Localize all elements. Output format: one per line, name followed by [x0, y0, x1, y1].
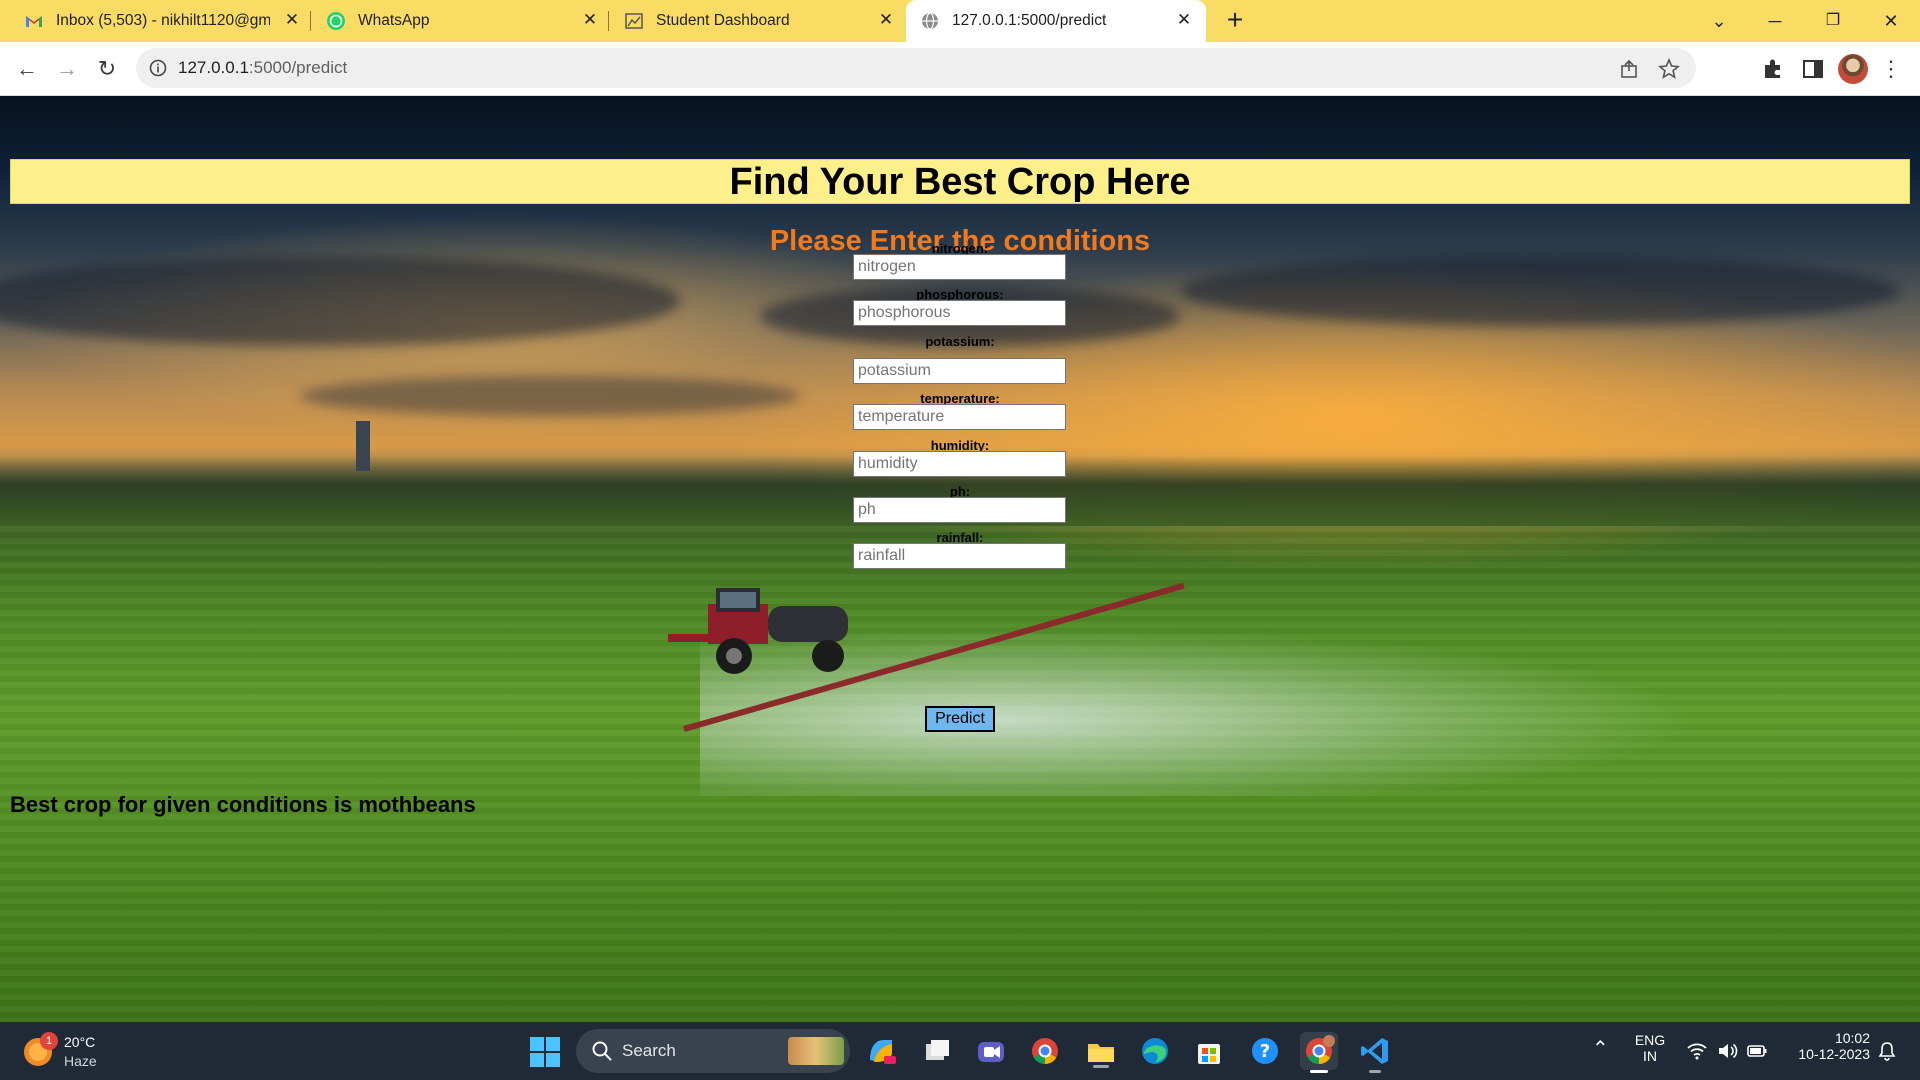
side-panel-icon[interactable] — [1800, 56, 1826, 82]
wifi-icon[interactable] — [1686, 1040, 1708, 1062]
vscode-icon — [1361, 1038, 1388, 1064]
start-button[interactable] — [530, 1037, 560, 1067]
restore-button[interactable]: ❐ — [1818, 6, 1848, 36]
notification-badge: 1 — [40, 1032, 58, 1050]
search-label: Search — [622, 1041, 676, 1060]
close-tab-icon[interactable]: ✕ — [282, 10, 302, 30]
tab-title: 127.0.0.1:5000/predict — [952, 12, 1107, 29]
active-app-indicator — [1310, 1070, 1328, 1073]
tab-separator — [310, 11, 311, 31]
page-title: Find Your Best Crop Here — [729, 161, 1191, 203]
file-explorer-icon[interactable] — [1082, 1032, 1120, 1070]
edge-icon[interactable] — [1136, 1032, 1174, 1070]
svg-text:?: ? — [1260, 1041, 1270, 1062]
new-tab-button[interactable]: + — [1222, 6, 1248, 34]
region-code: IN — [1643, 1048, 1657, 1064]
gmail-icon — [26, 16, 42, 27]
close-window-button[interactable]: ✕ — [1876, 6, 1906, 36]
phosphorous-input[interactable] — [853, 300, 1066, 326]
help-icon[interactable]: ? — [1246, 1032, 1284, 1070]
address-bar[interactable]: 127.0.0.1:5000/predict — [136, 48, 1696, 88]
browser-menu-icon[interactable]: ⋮ — [1880, 54, 1902, 84]
chrome-profile-icon — [1306, 1035, 1335, 1065]
chrome-icon[interactable] — [1026, 1032, 1064, 1070]
show-hidden-icons-chevron[interactable]: ⌃ — [1592, 1036, 1609, 1061]
windows-logo-tile — [530, 1037, 544, 1051]
volume-icon[interactable] — [1716, 1040, 1738, 1062]
background-tractor — [668, 588, 848, 674]
language-indicator[interactable]: ENG IN — [1630, 1032, 1670, 1064]
tab-separator — [608, 11, 609, 31]
windows-logo-tile — [546, 1053, 560, 1067]
language-code: ENG — [1634, 1032, 1666, 1048]
potassium-label: potassium: — [925, 334, 995, 349]
notifications-bell-icon[interactable] — [1876, 1040, 1898, 1062]
close-tab-icon[interactable]: ✕ — [876, 10, 896, 30]
battery-icon[interactable] — [1746, 1040, 1768, 1062]
whatsapp-icon — [327, 12, 345, 30]
tab-search-chevron-icon[interactable]: ⌄ — [1704, 6, 1734, 36]
globe-icon — [922, 12, 938, 30]
share-icon[interactable] — [1618, 58, 1640, 80]
windows-taskbar: 1 20°C Haze Search ? ⌃ ENG IN 10:02 10-1… — [0, 1022, 1920, 1080]
url-text: 127.0.0.1:5000/predict — [178, 58, 347, 78]
close-tab-icon[interactable]: ✕ — [580, 10, 600, 30]
profile-avatar[interactable] — [1838, 54, 1868, 84]
windows-logo-tile — [546, 1037, 560, 1051]
tab-title: Student Dashboard — [656, 12, 790, 29]
clock[interactable]: 10:02 10-12-2023 — [1780, 1030, 1870, 1062]
potassium-input[interactable] — [853, 358, 1066, 384]
weather-temperature: 20°C — [64, 1034, 96, 1050]
minimize-button[interactable]: ─ — [1760, 6, 1790, 36]
page-header-banner: Find Your Best Crop Here — [10, 159, 1910, 204]
reload-button[interactable]: ↻ — [92, 54, 122, 84]
search-highlight-image — [788, 1037, 844, 1065]
tab-student-dashboard[interactable]: Student Dashboard ✕ — [610, 0, 906, 42]
tab-gmail[interactable]: Inbox (5,503) - nikhilt1120@gma ✕ — [10, 0, 306, 42]
clock-time: 10:02 — [1834, 1030, 1870, 1046]
search-icon — [592, 1041, 612, 1061]
rainfall-input[interactable] — [853, 543, 1066, 569]
back-button[interactable]: ← — [12, 54, 42, 84]
bookmark-star-icon[interactable] — [1658, 58, 1680, 80]
url-host: 127.0.0.1 — [178, 58, 249, 77]
nitrogen-input[interactable] — [853, 254, 1066, 280]
tab-title: WhatsApp — [358, 12, 430, 29]
ph-input[interactable] — [853, 497, 1066, 523]
task-view-icon[interactable] — [918, 1032, 956, 1070]
prediction-result: Best crop for given conditions is mothbe… — [10, 792, 476, 817]
temperature-input[interactable] — [853, 404, 1066, 430]
close-tab-icon[interactable]: ✕ — [1174, 10, 1194, 30]
extensions-icon[interactable] — [1760, 56, 1786, 82]
vscode-app[interactable] — [1356, 1032, 1394, 1073]
dashboard-icon — [625, 13, 643, 29]
predict-button[interactable]: Predict — [925, 706, 995, 732]
clock-date: 10-12-2023 — [1798, 1046, 1870, 1062]
teams-meet-icon[interactable] — [972, 1032, 1010, 1070]
copilot-icon[interactable] — [862, 1032, 900, 1070]
tab-whatsapp[interactable]: WhatsApp ✕ — [312, 0, 608, 42]
windows-logo-tile — [530, 1053, 544, 1067]
weather-widget[interactable]: 1 20°C Haze — [22, 1032, 142, 1072]
browser-tab-strip: Inbox (5,503) - nikhilt1120@gma ✕ WhatsA… — [0, 0, 1920, 42]
browser-toolbar: ← → ↻ 127.0.0.1:5000/predict ⋮ — [0, 42, 1920, 96]
tab-predict[interactable]: 127.0.0.1:5000/predict ✕ — [906, 0, 1206, 42]
weather-condition: Haze — [64, 1053, 97, 1069]
forward-button[interactable]: → — [52, 54, 82, 84]
chrome-profile-app[interactable] — [1300, 1032, 1338, 1073]
tab-title: Inbox (5,503) - nikhilt1120@gma — [56, 12, 270, 29]
site-info-icon[interactable] — [148, 58, 168, 78]
taskbar-search[interactable]: Search — [576, 1029, 850, 1073]
page-viewport: Find Your Best Crop Here Please Enter th… — [0, 96, 1920, 1022]
url-path: :5000/predict — [248, 58, 348, 77]
running-app-indicator — [1369, 1070, 1381, 1073]
microsoft-store-icon[interactable] — [1190, 1032, 1228, 1070]
humidity-input[interactable] — [853, 451, 1066, 477]
